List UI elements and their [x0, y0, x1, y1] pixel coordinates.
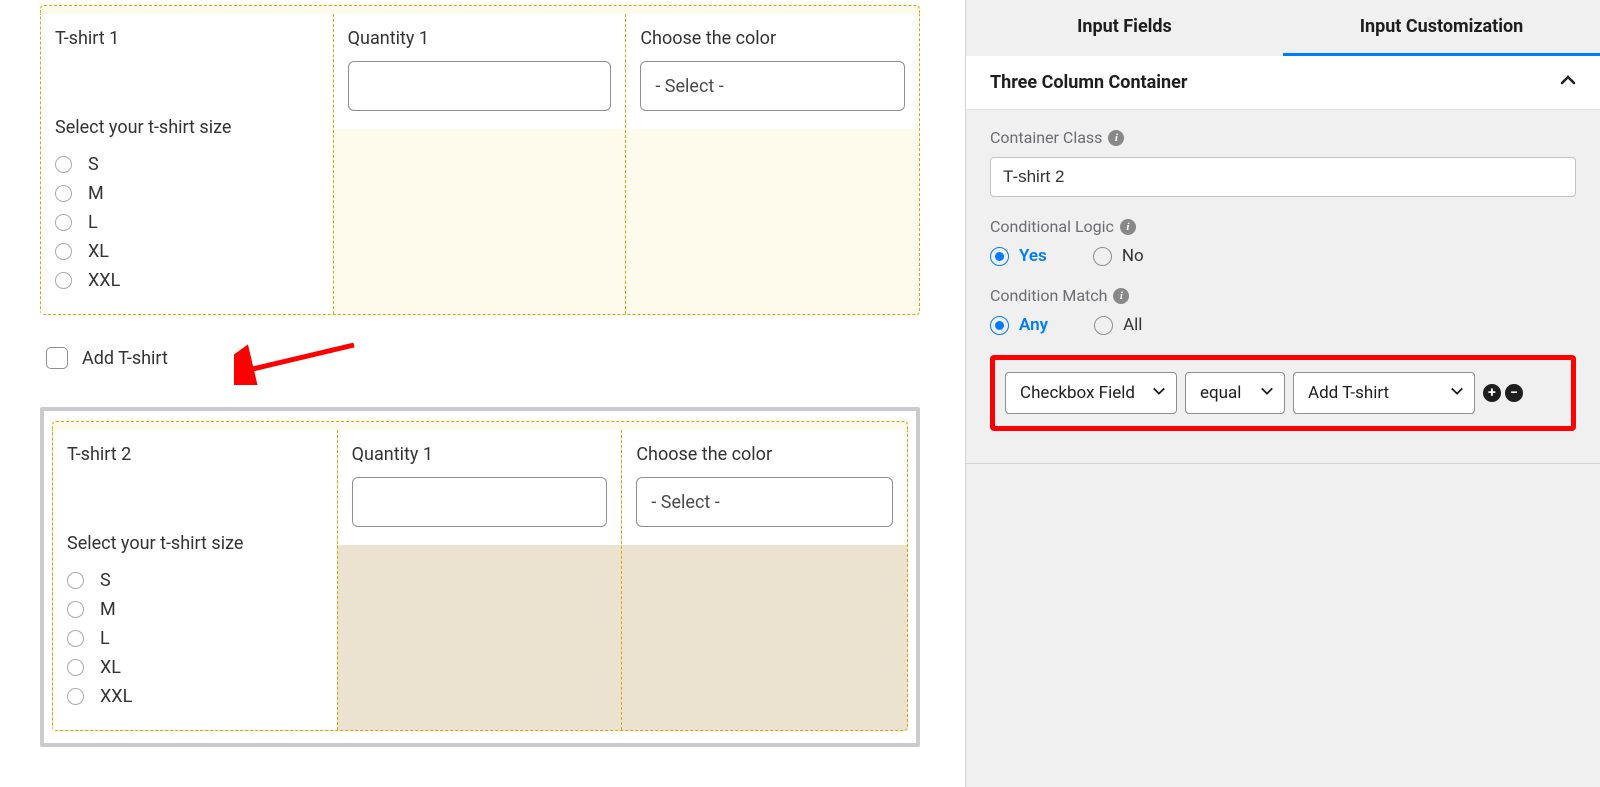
radio-icon	[55, 214, 72, 231]
size-option[interactable]: XXL	[55, 266, 319, 295]
radio-icon	[67, 659, 84, 676]
quantity-field[interactable]: Quantity 1	[334, 14, 626, 129]
color-select[interactable]: - Select -	[636, 477, 893, 527]
size-option[interactable]: S	[55, 150, 319, 179]
size-option[interactable]: M	[55, 179, 319, 208]
size-option[interactable]: M	[67, 595, 323, 624]
color-field[interactable]: Choose the color - Select -	[622, 430, 907, 545]
tshirt-title-field[interactable]: T-shirt 2 Select your t-shirt size S M L…	[53, 430, 337, 730]
panel-tabs: Input Fields Input Customization	[966, 0, 1600, 56]
panel-body: Container Class i Conditional Logic i Ye…	[966, 110, 1600, 449]
cond-match-all[interactable]: All	[1094, 315, 1142, 335]
radio-icon	[55, 272, 72, 289]
checkbox-label: Add T-shirt	[82, 348, 168, 369]
remove-rule-icon[interactable]: −	[1505, 384, 1523, 402]
color-select[interactable]: - Select -	[640, 61, 905, 111]
rule-field-select[interactable]: Checkbox Field	[1005, 372, 1177, 414]
size-option[interactable]: XXL	[67, 682, 323, 711]
settings-panel: Input Fields Input Customization Three C…	[965, 0, 1600, 787]
column-2: Quantity 1	[338, 430, 623, 730]
tshirt-title-field[interactable]: T-shirt 1 Select your t-shirt size S M L…	[41, 14, 333, 314]
quantity-input[interactable]	[352, 477, 608, 527]
chevron-up-icon	[1560, 72, 1576, 93]
cond-logic-yes[interactable]: Yes	[990, 246, 1047, 266]
three-col-container-2-selected[interactable]: T-shirt 2 Select your t-shirt size S M L…	[40, 407, 920, 747]
radio-icon	[67, 601, 84, 618]
size-option[interactable]: XL	[55, 237, 319, 266]
radio-icon	[67, 688, 84, 705]
radio-icon	[990, 316, 1009, 335]
radio-icon	[1094, 316, 1113, 335]
field-label: Choose the color	[636, 444, 893, 465]
cond-match-any[interactable]: Any	[990, 315, 1048, 335]
size-label: Select your t-shirt size	[55, 117, 319, 138]
chevron-down-icon	[1152, 383, 1166, 403]
container-header	[40, 5, 920, 14]
checkbox-icon[interactable]	[46, 347, 68, 369]
column-3: Choose the color - Select -	[626, 14, 919, 314]
field-label: T-shirt 2	[67, 444, 323, 465]
radio-icon	[55, 243, 72, 260]
chevron-down-icon	[1450, 383, 1464, 403]
radio-icon	[67, 630, 84, 647]
info-icon[interactable]: i	[1120, 219, 1136, 235]
add-tshirt-checkbox-row[interactable]: Add T-shirt	[46, 347, 920, 369]
size-options: S M L XL XXL	[67, 566, 323, 711]
rule-value-select[interactable]: Add T-shirt	[1293, 372, 1475, 414]
form-preview-pane: T-shirt 1 Select your t-shirt size S M L…	[0, 0, 960, 787]
radio-icon	[55, 156, 72, 173]
column-2: Quantity 1	[334, 14, 627, 314]
field-label: Quantity 1	[352, 444, 608, 465]
radio-icon	[990, 247, 1009, 266]
size-options: S M L XL XXL	[55, 150, 319, 295]
container-class-label: Container Class i	[990, 128, 1576, 147]
quantity-input[interactable]	[348, 61, 612, 111]
chevron-down-icon	[1260, 383, 1274, 403]
size-option[interactable]: XL	[67, 653, 323, 682]
size-option[interactable]: S	[67, 566, 323, 595]
three-col-container-1[interactable]: T-shirt 1 Select your t-shirt size S M L…	[40, 5, 920, 315]
conditional-logic-options: Yes No	[990, 246, 1576, 266]
section-title: Three Column Container	[990, 72, 1187, 93]
section-toggle[interactable]: Three Column Container	[966, 56, 1600, 110]
quantity-field[interactable]: Quantity 1	[338, 430, 622, 545]
condition-rule-row-highlight: Checkbox Field equal Add T-shirt + −	[990, 355, 1576, 431]
three-col-row: T-shirt 2 Select your t-shirt size S M L…	[52, 430, 908, 731]
container-class-input[interactable]	[990, 157, 1576, 197]
info-icon[interactable]: i	[1108, 130, 1124, 146]
column-3: Choose the color - Select -	[622, 430, 907, 730]
cond-logic-no[interactable]: No	[1093, 246, 1144, 266]
field-label: T-shirt 1	[55, 28, 319, 49]
radio-icon	[55, 185, 72, 202]
tab-input-customization[interactable]: Input Customization	[1283, 0, 1600, 56]
radio-icon	[67, 572, 84, 589]
field-label: Choose the color	[640, 28, 905, 49]
size-option[interactable]: L	[67, 624, 323, 653]
column-1: T-shirt 1 Select your t-shirt size S M L…	[41, 14, 334, 314]
conditional-logic-label: Conditional Logic i	[990, 217, 1576, 236]
annotation-arrow-icon	[234, 335, 364, 385]
container-header	[52, 421, 908, 430]
add-rule-icon[interactable]: +	[1483, 384, 1501, 402]
tab-input-fields[interactable]: Input Fields	[966, 0, 1283, 56]
size-label: Select your t-shirt size	[67, 533, 323, 554]
condition-match-options: Any All	[990, 315, 1576, 335]
rule-action-icons: + −	[1483, 384, 1523, 402]
column-1: T-shirt 2 Select your t-shirt size S M L…	[53, 430, 338, 730]
rule-operator-select[interactable]: equal	[1185, 372, 1285, 414]
size-option[interactable]: L	[55, 208, 319, 237]
radio-icon	[1093, 247, 1112, 266]
divider	[966, 463, 1600, 464]
three-col-row: T-shirt 1 Select your t-shirt size S M L…	[40, 14, 920, 315]
color-field[interactable]: Choose the color - Select -	[626, 14, 919, 129]
info-icon[interactable]: i	[1113, 288, 1129, 304]
condition-match-label: Condition Match i	[990, 286, 1576, 305]
field-label: Quantity 1	[348, 28, 612, 49]
